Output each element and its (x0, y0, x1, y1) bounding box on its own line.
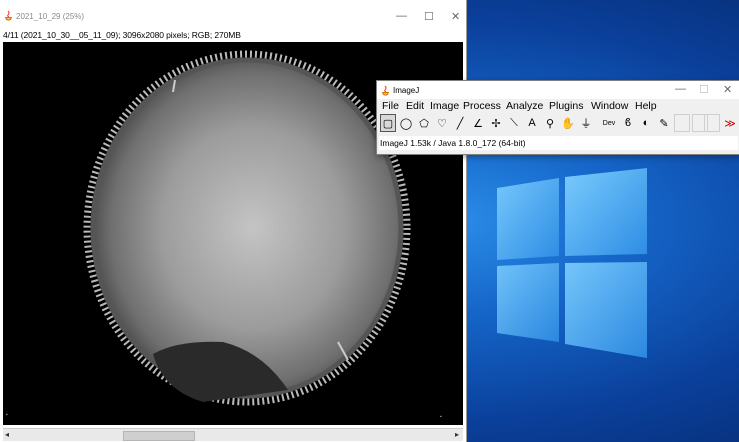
close-button[interactable]: ✕ (723, 83, 732, 96)
minimize-button[interactable]: — (675, 83, 686, 95)
imagej-titlebar[interactable]: ImageJ — ☐ ✕ (377, 81, 739, 99)
brush-tool[interactable]: ϐ (620, 114, 636, 132)
horizontal-scrollbar[interactable]: ◂ ▸ (3, 428, 463, 441)
maximize-button[interactable]: ☐ (424, 10, 434, 23)
toolbar-slot[interactable] (704, 114, 720, 132)
line-tool[interactable]: ╱ (452, 114, 468, 132)
menu-window[interactable]: Window (591, 100, 628, 112)
toolbar-slot[interactable] (674, 114, 690, 132)
menu-bar: File Edit Image Process Analyze Plugins … (377, 99, 739, 113)
scroll-right-arrow[interactable]: ▸ (455, 430, 459, 439)
menu-analyze[interactable]: Analyze (506, 100, 543, 112)
java-icon (382, 85, 389, 96)
hand-tool[interactable]: ✋ (560, 114, 576, 132)
tool-bar: ▢ ◯ ⬠ ♡ ╱ ∠ ✢ ⟍ A ⚲ ✋ ⏚ Dev ϐ ◐ ✎ ≫ (380, 114, 738, 134)
windows-logo (497, 168, 647, 358)
menu-process[interactable]: Process (463, 100, 501, 112)
image-window[interactable]: 2021_10_29 (25%) — ☐ ✕ 4/11 (2021_10_30_… (0, 0, 467, 442)
freehand-tool[interactable]: ♡ (434, 114, 450, 132)
java-icon (5, 10, 12, 21)
corner-label-right: ▪ (440, 414, 442, 420)
scroll-left-arrow[interactable]: ◂ (5, 430, 9, 439)
dropper-tool[interactable]: ⏚ (578, 114, 594, 132)
maximize-button[interactable]: ☐ (699, 83, 709, 96)
flood-fill-tool[interactable]: ◐ (638, 114, 654, 132)
menu-edit[interactable]: Edit (406, 100, 424, 112)
magnifier-tool[interactable]: ⚲ (542, 114, 558, 132)
menu-image[interactable]: Image (430, 100, 459, 112)
wand-tool[interactable]: ⟍ (506, 114, 522, 132)
menu-plugins[interactable]: Plugins (549, 100, 583, 112)
imagej-window[interactable]: ImageJ — ☐ ✕ File Edit Image Process Ana… (376, 80, 739, 155)
menu-help[interactable]: Help (635, 100, 657, 112)
image-window-title: 2021_10_29 (25%) (16, 12, 85, 21)
minimize-button[interactable]: — (396, 10, 407, 22)
rectangle-tool[interactable]: ▢ (380, 114, 396, 132)
image-window-titlebar[interactable]: 2021_10_29 (25%) — ☐ ✕ (0, 0, 466, 30)
image-info-bar: 4/11 (2021_10_30__05_11_09); 3096x2080 p… (3, 30, 241, 40)
pencil-tool[interactable]: ✎ (656, 114, 672, 132)
oval-tool[interactable]: ◯ (398, 114, 414, 132)
menu-file[interactable]: File (382, 100, 399, 112)
close-button[interactable]: ✕ (451, 10, 460, 23)
polygon-tool[interactable]: ⬠ (416, 114, 432, 132)
more-tools[interactable]: ≫ (722, 114, 738, 132)
imagej-title: ImageJ (393, 86, 420, 95)
dev-tool[interactable]: Dev (600, 114, 618, 132)
corner-label-left: ▪ (6, 412, 8, 418)
scrollbar-thumb[interactable] (123, 431, 195, 441)
angle-tool[interactable]: ∠ (470, 114, 486, 132)
status-bar: ImageJ 1.53k / Java 1.8.0_172 (64-bit) (379, 136, 738, 150)
point-tool[interactable]: ✢ (488, 114, 504, 132)
text-tool[interactable]: A (524, 114, 540, 132)
